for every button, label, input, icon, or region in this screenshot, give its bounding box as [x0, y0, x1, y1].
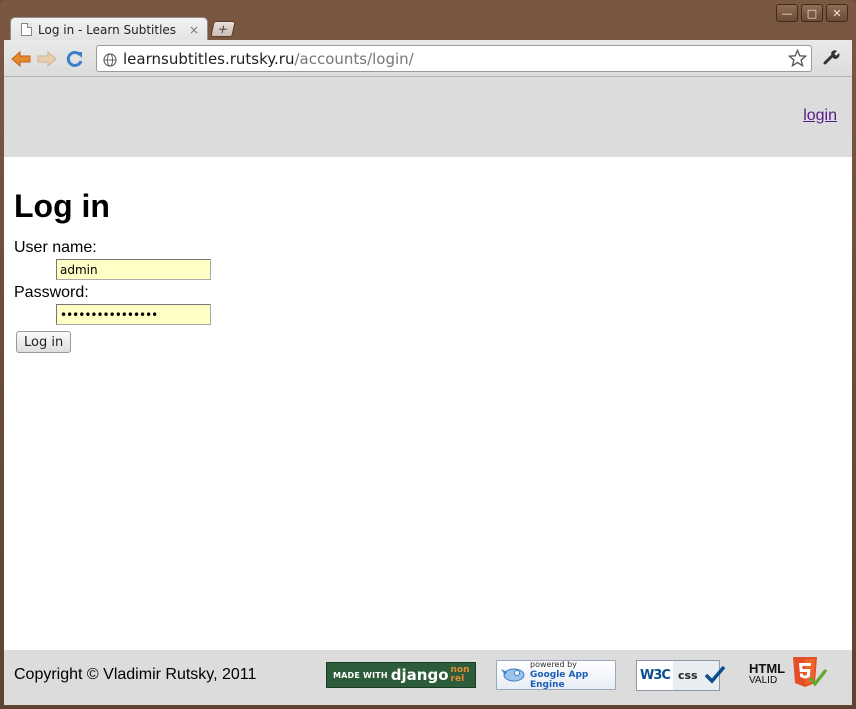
gae-name: Google App Engine	[530, 670, 589, 690]
login-link[interactable]: login	[803, 107, 837, 125]
app-engine-icon	[501, 663, 527, 687]
close-window-button[interactable]: ✕	[826, 4, 848, 22]
username-input[interactable]	[56, 259, 211, 280]
html5-title: HTML	[749, 661, 786, 676]
password-input[interactable]	[56, 304, 211, 325]
browser-tab[interactable]: Log in - Learn Subtitles ×	[10, 17, 208, 41]
site-footer: Copyright © Vladimir Rutsky, 2011 MADE W…	[4, 650, 852, 705]
browser-toolbar: learnsubtitles.rutsky.ru/accounts/login/	[4, 40, 852, 77]
html5-valid-badge[interactable]: HTML VALID	[749, 656, 833, 695]
globe-icon	[103, 52, 117, 67]
django-badge-name: django	[390, 666, 449, 684]
browser-window: — □ ✕ Log in - Learn Subtitles × + learn…	[0, 0, 856, 709]
bookmark-star-icon[interactable]	[787, 48, 808, 72]
tab-close-icon[interactable]: ×	[189, 23, 199, 37]
page-icon	[21, 23, 32, 36]
login-submit-button[interactable]: Log in	[16, 331, 72, 353]
window-controls: — □ ✕	[776, 4, 848, 22]
reload-icon[interactable]	[64, 48, 86, 70]
w3c-logo: W3C	[637, 661, 673, 690]
page-title: Log in	[14, 188, 110, 224]
url-text: learnsubtitles.rutsky.ru/accounts/login/	[123, 50, 414, 68]
login-content: Log in User name: Password: Log in	[4, 188, 852, 353]
html5-valid: VALID	[749, 675, 778, 686]
new-tab-button[interactable]: +	[210, 21, 236, 37]
django-nonrel-badge[interactable]: MADE WITH django non rel	[326, 662, 476, 688]
checkmark-icon	[704, 664, 726, 688]
forward-arrow-icon[interactable]	[36, 48, 58, 70]
address-bar[interactable]: learnsubtitles.rutsky.ru/accounts/login/	[96, 45, 812, 72]
wrench-icon[interactable]	[822, 48, 840, 70]
copyright-text: Copyright © Vladimir Rutsky, 2011	[14, 666, 257, 683]
w3c-css-badge[interactable]: W3C css	[636, 660, 725, 691]
url-host: learnsubtitles.rutsky.ru	[123, 49, 295, 68]
html5-shield-icon	[790, 656, 828, 695]
site-header: login	[4, 77, 852, 157]
django-badge-nonrel: non rel	[451, 666, 470, 684]
back-arrow-icon[interactable]	[10, 48, 32, 70]
url-path: /accounts/login/	[294, 49, 414, 68]
password-label: Password:	[14, 284, 89, 301]
tab-title: Log in - Learn Subtitles	[38, 22, 177, 37]
username-label: User name:	[14, 239, 97, 256]
page-viewport: login Log in User name: Password: Log in…	[4, 77, 852, 705]
css-label: css	[677, 669, 698, 682]
nonrel-line-2: rel	[450, 674, 465, 684]
app-engine-badge[interactable]: powered by Google App Engine	[496, 660, 616, 690]
maximize-button[interactable]: □	[801, 4, 823, 22]
gae-powered-by: powered by	[530, 660, 577, 669]
django-badge-made: MADE WITH	[333, 670, 388, 680]
minimize-button[interactable]: —	[776, 4, 798, 22]
